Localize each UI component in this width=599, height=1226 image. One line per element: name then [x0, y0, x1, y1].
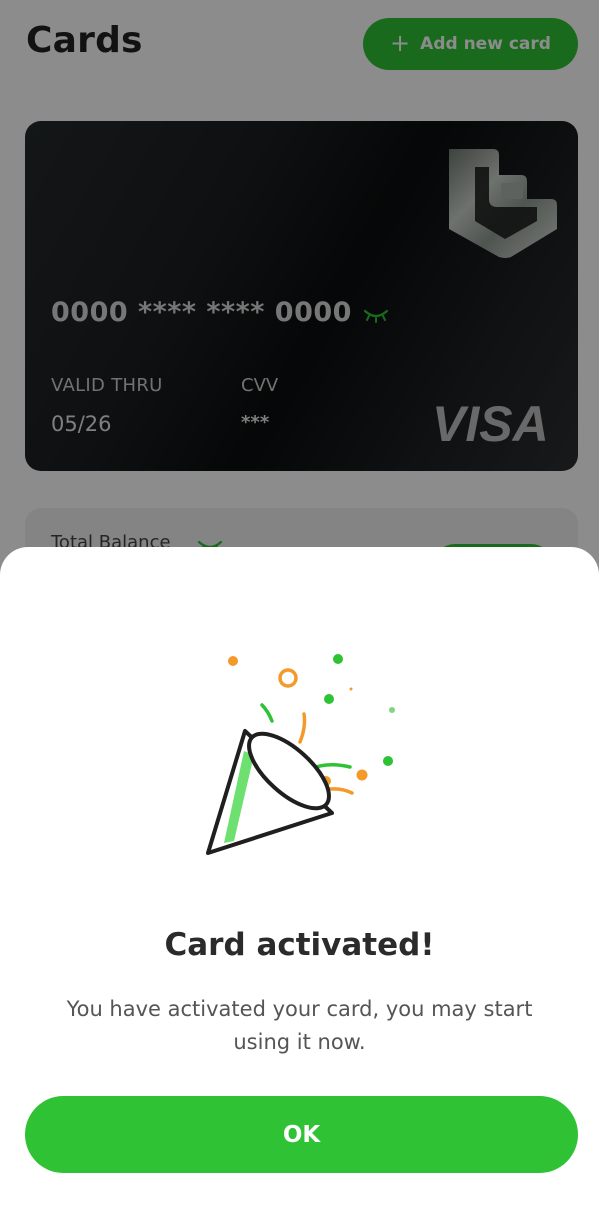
card-activated-dialog: Card activated! You have activated your …	[0, 547, 599, 1226]
party-popper-icon	[206, 654, 395, 855]
dialog-message: You have activated your card, you may st…	[66, 997, 533, 1054]
ok-button[interactable]: OK	[25, 1096, 578, 1173]
dialog-title: Card activated!	[164, 927, 435, 963]
